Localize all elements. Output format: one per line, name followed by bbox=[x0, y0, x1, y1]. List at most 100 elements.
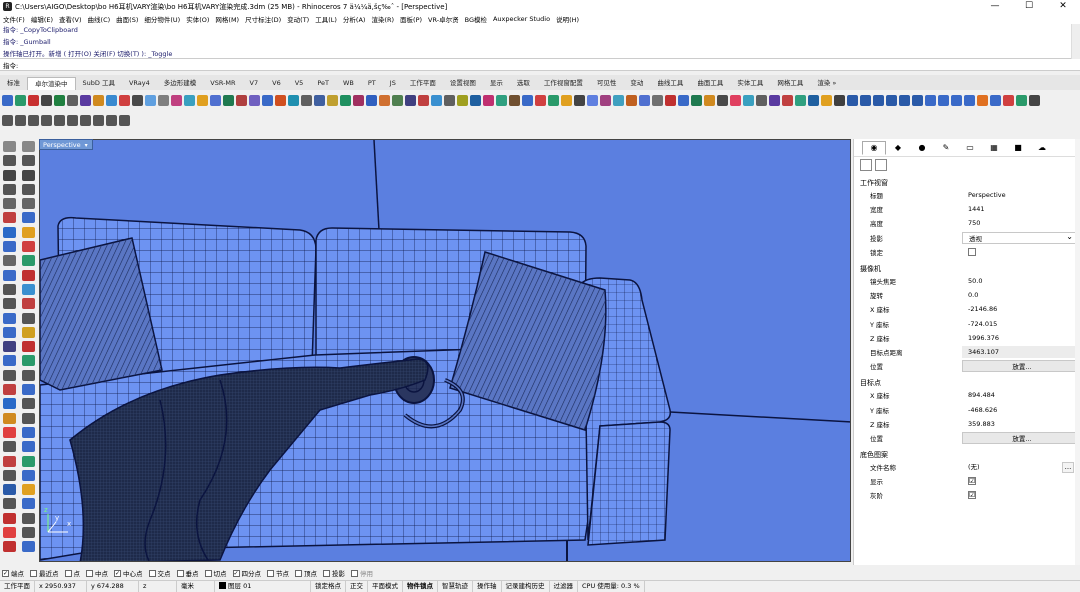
osnap-option[interactable]: ✓ 端点 bbox=[2, 568, 24, 578]
sidebar-tool-icon[interactable] bbox=[22, 212, 35, 224]
sidebar-tool-icon[interactable] bbox=[3, 398, 16, 410]
toolbar-tool-icon[interactable] bbox=[2, 115, 13, 126]
toolbar-tool-icon[interactable] bbox=[67, 95, 78, 106]
toolbar-tool-icon[interactable] bbox=[158, 95, 169, 106]
sidebar-tool-icon[interactable] bbox=[3, 469, 16, 481]
sidebar-tool-icon[interactable] bbox=[22, 269, 35, 281]
sidebar-tool-icon[interactable] bbox=[3, 226, 16, 238]
sidebar-tool-icon[interactable] bbox=[3, 512, 16, 524]
toolbar-tool-icon[interactable] bbox=[756, 95, 767, 106]
sidebar-tool-icon[interactable] bbox=[22, 527, 35, 539]
toolbar-tab[interactable]: VRay4 bbox=[122, 77, 157, 90]
toolbar-tool-icon[interactable] bbox=[327, 95, 338, 106]
osnap-checkbox[interactable]: ✓ bbox=[232, 569, 240, 577]
menu-item[interactable]: BG模检 bbox=[462, 14, 490, 24]
menu-item[interactable]: 曲面(S) bbox=[113, 14, 141, 24]
toolbar-tab[interactable]: VSR-MR bbox=[203, 77, 242, 90]
properties-icon[interactable]: ◉ bbox=[862, 140, 886, 155]
light-icon[interactable]: ✎ bbox=[934, 141, 958, 155]
menu-item[interactable]: 变动(T) bbox=[284, 14, 312, 24]
toolbar-tool-icon[interactable] bbox=[41, 115, 52, 126]
osnap-option[interactable]: 点 bbox=[64, 568, 80, 578]
toolbar-tool-icon[interactable] bbox=[665, 95, 676, 106]
sidebar-tool-icon[interactable] bbox=[3, 183, 16, 195]
toolbar-tool-icon[interactable] bbox=[418, 95, 429, 106]
menu-item[interactable]: 查看(V) bbox=[56, 14, 85, 24]
menu-item[interactable]: 实体(O) bbox=[183, 14, 212, 24]
osnap-option[interactable]: 切点 bbox=[204, 568, 227, 578]
toolbar-tool-icon[interactable] bbox=[886, 95, 897, 106]
gumball-toggle[interactable]: 操作轴 bbox=[473, 580, 502, 592]
toolbar-tool-icon[interactable] bbox=[1016, 95, 1027, 106]
sidebar-tool-icon[interactable] bbox=[3, 298, 16, 310]
toolbar-tool-icon[interactable] bbox=[379, 95, 390, 106]
menu-item[interactable]: 细分物件(U) bbox=[141, 14, 183, 24]
toolbar-tool-icon[interactable] bbox=[964, 95, 975, 106]
toolbar-tool-icon[interactable] bbox=[977, 95, 988, 106]
toolbar-tool-icon[interactable] bbox=[119, 95, 130, 106]
toolbar-tool-icon[interactable] bbox=[132, 95, 143, 106]
sidebar-tool-icon[interactable] bbox=[3, 155, 16, 167]
toolbar-tool-icon[interactable] bbox=[457, 95, 468, 106]
sidebar-tool-icon[interactable] bbox=[22, 498, 35, 510]
menu-item[interactable]: 工具(L) bbox=[312, 14, 340, 24]
sidebar-tool-icon[interactable] bbox=[3, 212, 16, 224]
property-value-field[interactable]: (无) bbox=[962, 461, 1076, 473]
sidebar-tool-icon[interactable] bbox=[22, 512, 35, 524]
toolbar-tool-icon[interactable] bbox=[366, 95, 377, 106]
osnap-checkbox[interactable] bbox=[267, 569, 274, 577]
menu-item[interactable]: 曲线(C) bbox=[85, 14, 114, 24]
toolbar-tool-icon[interactable] bbox=[15, 115, 26, 126]
toolbar-tab[interactable]: V5 bbox=[288, 77, 311, 90]
sidebar-tool-icon[interactable] bbox=[22, 255, 35, 267]
sidebar-tool-icon[interactable] bbox=[3, 498, 16, 510]
toolbar-tool-icon[interactable] bbox=[496, 95, 507, 106]
toolbar-tool-icon[interactable] bbox=[353, 95, 364, 106]
osnap-option[interactable]: 交点 bbox=[148, 568, 171, 578]
toolbar-tool-icon[interactable] bbox=[93, 95, 104, 106]
toolbar-tool-icon[interactable] bbox=[1003, 95, 1014, 106]
sidebar-tool-icon[interactable] bbox=[22, 384, 35, 396]
toolbar-tool-icon[interactable] bbox=[171, 95, 182, 106]
osnap-option[interactable]: ✓ 四分点 bbox=[232, 568, 261, 578]
toolbar-tab[interactable]: 实体工具 bbox=[730, 77, 770, 90]
toolbar-tool-icon[interactable] bbox=[28, 95, 39, 106]
toolbar-tool-icon[interactable] bbox=[340, 95, 351, 106]
sidebar-tool-icon[interactable] bbox=[22, 298, 35, 310]
toolbar-tab[interactable]: V6 bbox=[265, 77, 288, 90]
toolbar-tool-icon[interactable] bbox=[470, 95, 481, 106]
sidebar-tool-icon[interactable] bbox=[3, 527, 16, 539]
toolbar-tool-icon[interactable] bbox=[873, 95, 884, 106]
planar-toggle[interactable]: 平面模式 bbox=[368, 580, 403, 592]
property-value-field[interactable]: 50.0 bbox=[962, 275, 1076, 287]
toolbar-tool-icon[interactable] bbox=[197, 95, 208, 106]
toolbar-tool-icon[interactable] bbox=[860, 95, 871, 106]
toolbar-tool-icon[interactable] bbox=[730, 95, 741, 106]
sidebar-tool-icon[interactable] bbox=[3, 326, 16, 338]
close-button[interactable]: ✕ bbox=[1046, 0, 1080, 13]
toolbar-tool-icon[interactable] bbox=[899, 95, 910, 106]
osnap-checkbox[interactable] bbox=[323, 569, 330, 577]
osnap-checkbox[interactable] bbox=[351, 569, 358, 577]
toolbar-tool-icon[interactable] bbox=[2, 95, 13, 106]
toolbar-tool-icon[interactable] bbox=[288, 95, 299, 106]
sidebar-tool-icon[interactable] bbox=[22, 241, 35, 253]
toolbar-tool-icon[interactable] bbox=[990, 95, 1001, 106]
toolbar-tool-icon[interactable] bbox=[184, 95, 195, 106]
toolbar-tab[interactable]: 网格工具 bbox=[770, 77, 810, 90]
toolbar-tool-icon[interactable] bbox=[782, 95, 793, 106]
toolbar-tab[interactable]: SubD 工具 bbox=[76, 77, 122, 90]
toolbar-tab[interactable]: JS bbox=[383, 77, 403, 90]
viewport-menu-icon[interactable]: ▾ bbox=[85, 142, 88, 149]
property-checkbox[interactable] bbox=[968, 247, 976, 256]
property-value-field[interactable]: -468.626 bbox=[962, 404, 1076, 416]
toolbar-tool-icon[interactable] bbox=[808, 95, 819, 106]
sidebar-tool-icon[interactable] bbox=[22, 141, 35, 152]
sidebar-tool-icon[interactable] bbox=[22, 398, 35, 410]
toolbar-tab[interactable]: 卓尔渲染中 bbox=[27, 77, 76, 90]
toolbar-tool-icon[interactable] bbox=[483, 95, 494, 106]
cplane-label[interactable]: 工作平面 bbox=[0, 580, 35, 592]
sidebar-tool-icon[interactable] bbox=[3, 384, 16, 396]
sidebar-tool-icon[interactable] bbox=[22, 469, 35, 481]
sidebar-tool-icon[interactable] bbox=[3, 255, 16, 267]
